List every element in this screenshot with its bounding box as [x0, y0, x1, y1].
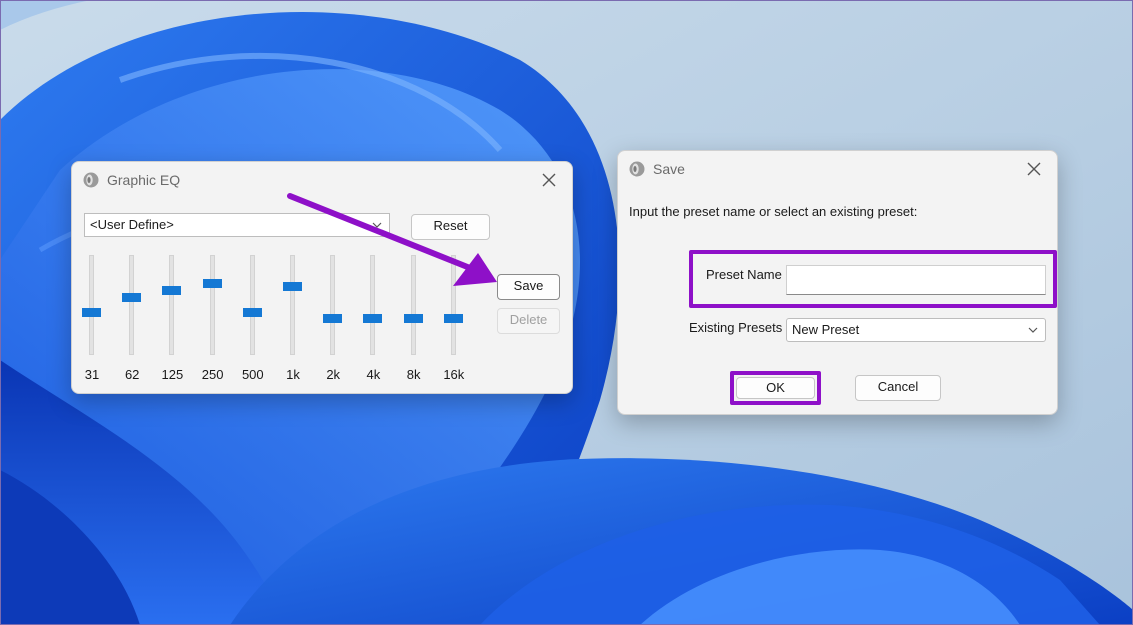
eq-slider-250[interactable]	[202, 255, 223, 355]
cancel-button[interactable]: Cancel	[855, 375, 941, 401]
chevron-down-icon	[1028, 327, 1038, 333]
eq-slider-track[interactable]	[89, 255, 94, 355]
eq-slider-track[interactable]	[129, 255, 135, 355]
eq-slider-125[interactable]	[162, 255, 182, 355]
graphic-eq-window: Graphic EQ <User Define> Reset Save Dele…	[71, 161, 573, 394]
eq-band-label: 500	[241, 367, 264, 382]
save-button[interactable]: Save	[497, 274, 560, 300]
save-dialog-title: Save	[653, 161, 685, 177]
eq-slider-thumb[interactable]	[443, 313, 463, 323]
save-instruction: Input the preset name or select an exist…	[629, 204, 918, 219]
eq-slider-track[interactable]	[209, 255, 215, 355]
eq-titlebar[interactable]: Graphic EQ	[72, 162, 572, 198]
eq-slider-thumb[interactable]	[162, 285, 182, 295]
eq-band-label: 1k	[286, 367, 300, 382]
eq-preset-dropdown[interactable]: <User Define>	[84, 213, 390, 237]
eq-slider-thumb[interactable]	[82, 307, 101, 317]
speaker-icon	[629, 161, 645, 177]
eq-band-label: 4k	[366, 367, 381, 382]
eq-band-label: 62	[124, 367, 140, 382]
eq-slider-2k[interactable]	[323, 255, 343, 355]
eq-slider-track[interactable]	[370, 255, 376, 355]
eq-slider-track[interactable]	[169, 255, 175, 355]
eq-band-label: 16k	[443, 367, 465, 382]
eq-slider-thumb[interactable]	[283, 281, 302, 291]
eq-band-label: 8k	[406, 367, 421, 382]
eq-band-label: 250	[201, 367, 224, 382]
eq-slider-track[interactable]	[290, 255, 295, 355]
eq-band-label: 125	[161, 367, 184, 382]
existing-presets-dropdown[interactable]: New Preset	[786, 318, 1046, 342]
eq-slider-thumb[interactable]	[323, 313, 343, 323]
eq-slider-thumb[interactable]	[122, 292, 142, 302]
eq-slider-track[interactable]	[410, 255, 416, 355]
eq-slider-62[interactable]	[122, 255, 142, 355]
save-dialog: Save Input the preset name or select an …	[617, 150, 1058, 415]
eq-band-label: 2k	[326, 367, 341, 382]
eq-slider-31[interactable]	[82, 255, 102, 355]
eq-slider-16k[interactable]	[443, 255, 464, 355]
preset-name-input[interactable]	[786, 265, 1046, 295]
eq-slider-track[interactable]	[330, 255, 336, 355]
eq-slider-1k[interactable]	[283, 255, 303, 355]
save-titlebar[interactable]: Save	[618, 151, 1057, 187]
eq-slider-thumb[interactable]	[403, 313, 423, 323]
chevron-down-icon	[372, 222, 382, 228]
eq-slider-4k[interactable]	[363, 255, 383, 355]
existing-presets-value: New Preset	[792, 322, 860, 337]
speaker-icon	[83, 172, 99, 188]
eq-slider-track[interactable]	[249, 255, 255, 355]
eq-slider-track[interactable]	[450, 255, 456, 355]
ok-button[interactable]: OK	[736, 377, 815, 399]
existing-presets-label: Existing Presets	[689, 320, 783, 335]
eq-slider-thumb[interactable]	[363, 313, 383, 323]
eq-band-label: 31	[84, 367, 100, 382]
eq-slider-thumb[interactable]	[202, 278, 222, 288]
eq-slider-8k[interactable]	[403, 255, 424, 355]
delete-button: Delete	[497, 308, 560, 334]
eq-slider-500[interactable]	[242, 255, 263, 355]
close-icon[interactable]	[536, 168, 562, 192]
preset-name-label: Preset Name	[706, 267, 782, 282]
close-icon[interactable]	[1021, 157, 1047, 181]
eq-slider-thumb[interactable]	[242, 307, 262, 317]
eq-preset-value: <User Define>	[90, 217, 174, 232]
eq-window-title: Graphic EQ	[107, 172, 181, 188]
reset-button[interactable]: Reset	[411, 214, 490, 240]
